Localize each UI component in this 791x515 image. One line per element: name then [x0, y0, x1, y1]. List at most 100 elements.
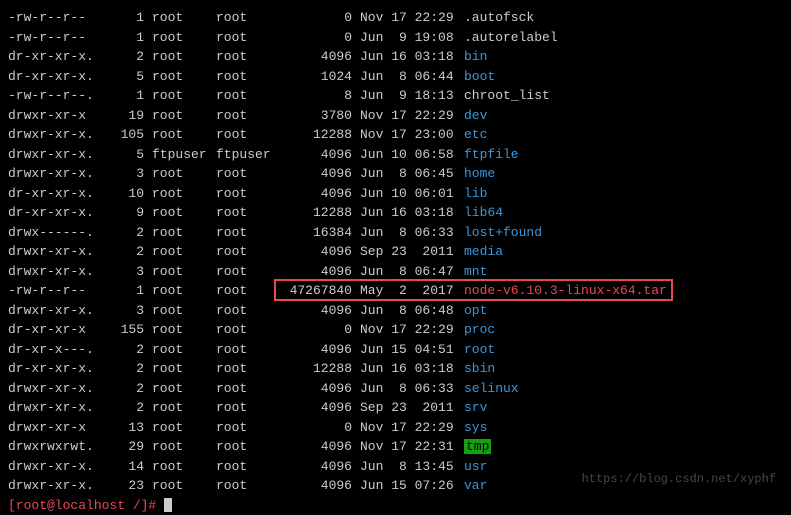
file-row: dr-xr-xr-x.2rootroot12288Jun 16 03:18sbi…: [8, 359, 783, 379]
date-time: Jun 16 03:18: [360, 47, 464, 67]
group: root: [216, 67, 280, 87]
file-name: media: [464, 244, 503, 259]
owner: root: [152, 457, 216, 477]
link-count: 2: [112, 379, 144, 399]
size: 47267840: [280, 281, 352, 301]
group: root: [216, 8, 280, 28]
size: 16384: [280, 223, 352, 243]
owner: root: [152, 8, 216, 28]
file-row: dr-xr-xr-x.10rootroot4096Jun 10 06:01lib: [8, 184, 783, 204]
date-time: Jun 8 13:45: [360, 457, 464, 477]
link-count: 2: [112, 47, 144, 67]
file-name: etc: [464, 127, 487, 142]
file-name: tmp: [464, 439, 491, 454]
link-count: 23: [112, 476, 144, 496]
file-row: drwxr-xr-x.2rootroot4096Sep 23 2011media: [8, 242, 783, 262]
link-count: 2: [112, 242, 144, 262]
file-name: chroot_list: [464, 88, 550, 103]
file-row: drwxr-xr-x.3rootroot4096Jun 8 06:45home: [8, 164, 783, 184]
date-time: Jun 8 06:33: [360, 379, 464, 399]
permissions: -rw-r--r--: [8, 28, 112, 48]
file-row: drwxr-xr-x.3rootroot4096Jun 8 06:47mnt: [8, 262, 783, 282]
file-row: drwxr-xr-x.105rootroot12288Nov 17 23:00e…: [8, 125, 783, 145]
size: 4096: [280, 340, 352, 360]
size: 4096: [280, 164, 352, 184]
file-row: drwxr-xr-x13rootroot0Nov 17 22:29sys: [8, 418, 783, 438]
owner: root: [152, 184, 216, 204]
file-row: drwxrwxrwt.29rootroot4096Nov 17 22:31tmp: [8, 437, 783, 457]
cursor: [164, 498, 172, 512]
permissions: drwxr-xr-x.: [8, 164, 112, 184]
group: root: [216, 281, 280, 301]
date-time: May 2 2017: [360, 281, 464, 301]
permissions: drwxr-xr-x.: [8, 262, 112, 282]
size: 4096: [280, 379, 352, 399]
size: 4096: [280, 262, 352, 282]
terminal-output[interactable]: -rw-r--r--1rootroot0Nov 17 22:29.autofsc…: [8, 8, 783, 496]
size: 12288: [280, 359, 352, 379]
file-name: var: [464, 478, 487, 493]
file-name: ftpfile: [464, 147, 519, 162]
group: root: [216, 359, 280, 379]
size: 4096: [280, 437, 352, 457]
date-time: Jun 8 06:33: [360, 223, 464, 243]
size: 4096: [280, 457, 352, 477]
size: 1024: [280, 67, 352, 87]
owner: root: [152, 320, 216, 340]
permissions: dr-xr-x---.: [8, 340, 112, 360]
date-time: Jun 9 18:13: [360, 86, 464, 106]
link-count: 3: [112, 164, 144, 184]
permissions: drwxrwxrwt.: [8, 437, 112, 457]
date-time: Nov 17 22:29: [360, 106, 464, 126]
group: root: [216, 320, 280, 340]
group: root: [216, 418, 280, 438]
link-count: 5: [112, 67, 144, 87]
owner: root: [152, 28, 216, 48]
file-name: boot: [464, 69, 495, 84]
size: 4096: [280, 398, 352, 418]
file-name: lib: [464, 186, 487, 201]
file-name: opt: [464, 303, 487, 318]
owner: root: [152, 301, 216, 321]
file-row: -rw-r--r--.1rootroot8Jun 9 18:13chroot_l…: [8, 86, 783, 106]
file-name: dev: [464, 108, 487, 123]
file-row: drwxr-xr-x.3rootroot4096Jun 8 06:48opt: [8, 301, 783, 321]
owner: root: [152, 379, 216, 399]
permissions: drwxr-xr-x.: [8, 398, 112, 418]
group: root: [216, 47, 280, 67]
size: 4096: [280, 145, 352, 165]
group: root: [216, 242, 280, 262]
date-time: Jun 8 06:47: [360, 262, 464, 282]
permissions: -rw-r--r--.: [8, 86, 112, 106]
group: root: [216, 86, 280, 106]
size: 4096: [280, 242, 352, 262]
file-row: drwxr-xr-x.2rootroot4096Jun 8 06:33selin…: [8, 379, 783, 399]
owner: root: [152, 476, 216, 496]
permissions: dr-xr-xr-x.: [8, 359, 112, 379]
group: root: [216, 223, 280, 243]
file-name: lost+found: [464, 225, 542, 240]
group: root: [216, 476, 280, 496]
permissions: dr-xr-xr-x.: [8, 67, 112, 87]
link-count: 19: [112, 106, 144, 126]
permissions: dr-xr-xr-x.: [8, 184, 112, 204]
date-time: Jun 10 06:01: [360, 184, 464, 204]
command-prompt[interactable]: [root@localhost /]#: [8, 496, 783, 515]
permissions: drwxr-xr-x.: [8, 125, 112, 145]
owner: root: [152, 359, 216, 379]
file-name: usr: [464, 459, 487, 474]
permissions: drwxr-xr-x.: [8, 457, 112, 477]
size: 0: [280, 418, 352, 438]
watermark: https://blog.csdn.net/xyphf: [582, 470, 776, 488]
group: ftpuser: [216, 145, 280, 165]
group: root: [216, 125, 280, 145]
permissions: dr-xr-xr-x.: [8, 203, 112, 223]
file-name: selinux: [464, 381, 519, 396]
date-time: Nov 17 22:29: [360, 418, 464, 438]
date-time: Jun 10 06:58: [360, 145, 464, 165]
permissions: drwxr-xr-x.: [8, 476, 112, 496]
group: root: [216, 437, 280, 457]
owner: root: [152, 340, 216, 360]
permissions: drwxr-xr-x.: [8, 242, 112, 262]
date-time: Jun 8 06:44: [360, 67, 464, 87]
